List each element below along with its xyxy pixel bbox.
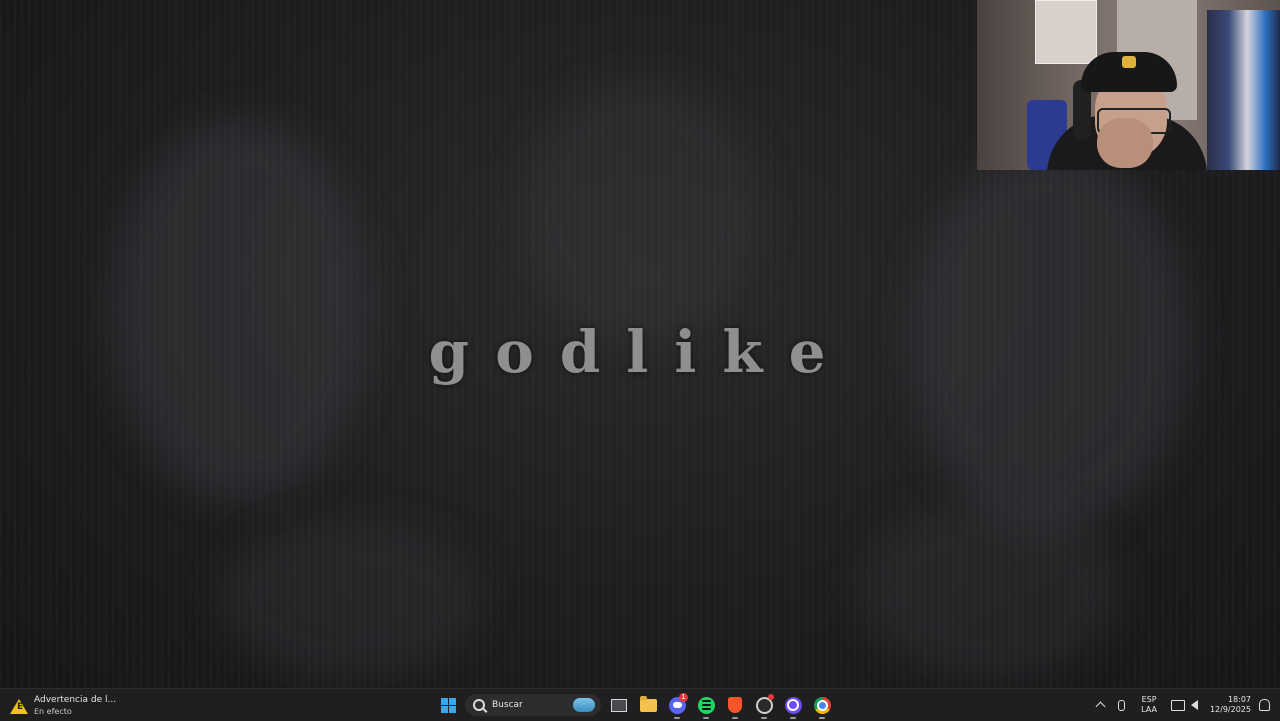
discord-badge: 1: [679, 693, 688, 702]
task-view-button[interactable]: [607, 693, 631, 717]
windows-logo-icon: [440, 697, 456, 713]
notification-text: Advertencia de l... En efecto: [34, 695, 116, 717]
notification-title: Advertencia de l...: [34, 695, 117, 705]
volume-icon[interactable]: [1190, 700, 1198, 710]
proton-icon: [784, 696, 802, 714]
chrome-icon: [813, 696, 831, 714]
keyboard-layout: LAA: [1141, 705, 1157, 714]
file-explorer-button[interactable]: [636, 693, 660, 717]
clock-time: 18:07: [1227, 695, 1251, 704]
brave-icon: [728, 697, 742, 713]
chevron-up-icon[interactable]: [1095, 701, 1106, 712]
clock[interactable]: 18:07 12/9/2025: [1210, 695, 1251, 715]
notification-widget[interactable]: ECO Advertencia de l... En efecto: [10, 694, 116, 718]
search-highlight-icon: [573, 698, 595, 712]
spotify-button[interactable]: [694, 693, 718, 719]
warning-icon-label: ECO: [17, 701, 38, 712]
folder-icon: [639, 695, 657, 712]
running-indicator: [703, 717, 709, 719]
chrome-button[interactable]: [810, 693, 834, 719]
obs-button[interactable]: [752, 693, 776, 719]
webcam-person-hand: [1097, 118, 1153, 168]
proton-button[interactable]: [781, 693, 805, 719]
recording-dot: [768, 694, 774, 700]
taskbar-apps: Buscar 1: [436, 692, 839, 719]
language-code: ESP: [1141, 695, 1157, 704]
webcam-shelf: [1035, 0, 1097, 64]
task-view-icon: [611, 698, 627, 712]
warning-icon: ECO: [10, 698, 37, 714]
language-indicator[interactable]: ESP LAA: [1141, 695, 1157, 715]
running-indicator: [790, 717, 796, 719]
webcam-cap-logo: [1122, 56, 1136, 68]
taskbar: ECO Advertencia de l... En efecto Buscar…: [0, 688, 1280, 721]
network-icon[interactable]: [1170, 699, 1185, 711]
running-indicator: [732, 717, 738, 719]
brave-button[interactable]: [723, 693, 747, 719]
discord-button[interactable]: 1: [665, 693, 689, 719]
microphone-icon[interactable]: [1118, 699, 1126, 711]
running-indicator: [761, 717, 767, 719]
webcam-clothes-rack: [1207, 10, 1280, 170]
search-label: Buscar: [492, 700, 523, 710]
search-icon: [473, 699, 485, 711]
system-tray: ESP LAA 18:07 12/9/2025: [1091, 692, 1270, 718]
notification-subtitle: En efecto: [34, 707, 72, 716]
start-button[interactable]: [436, 693, 460, 717]
desktop-title-text: godlike: [428, 318, 852, 386]
notification-bell-icon[interactable]: [1259, 699, 1270, 711]
running-indicator: [674, 717, 680, 719]
spotify-icon: [697, 696, 715, 714]
clock-date: 12/9/2025: [1209, 705, 1251, 714]
webcam-overlay: [977, 0, 1280, 170]
taskbar-search-box[interactable]: Buscar: [465, 694, 601, 716]
running-indicator: [819, 717, 825, 719]
